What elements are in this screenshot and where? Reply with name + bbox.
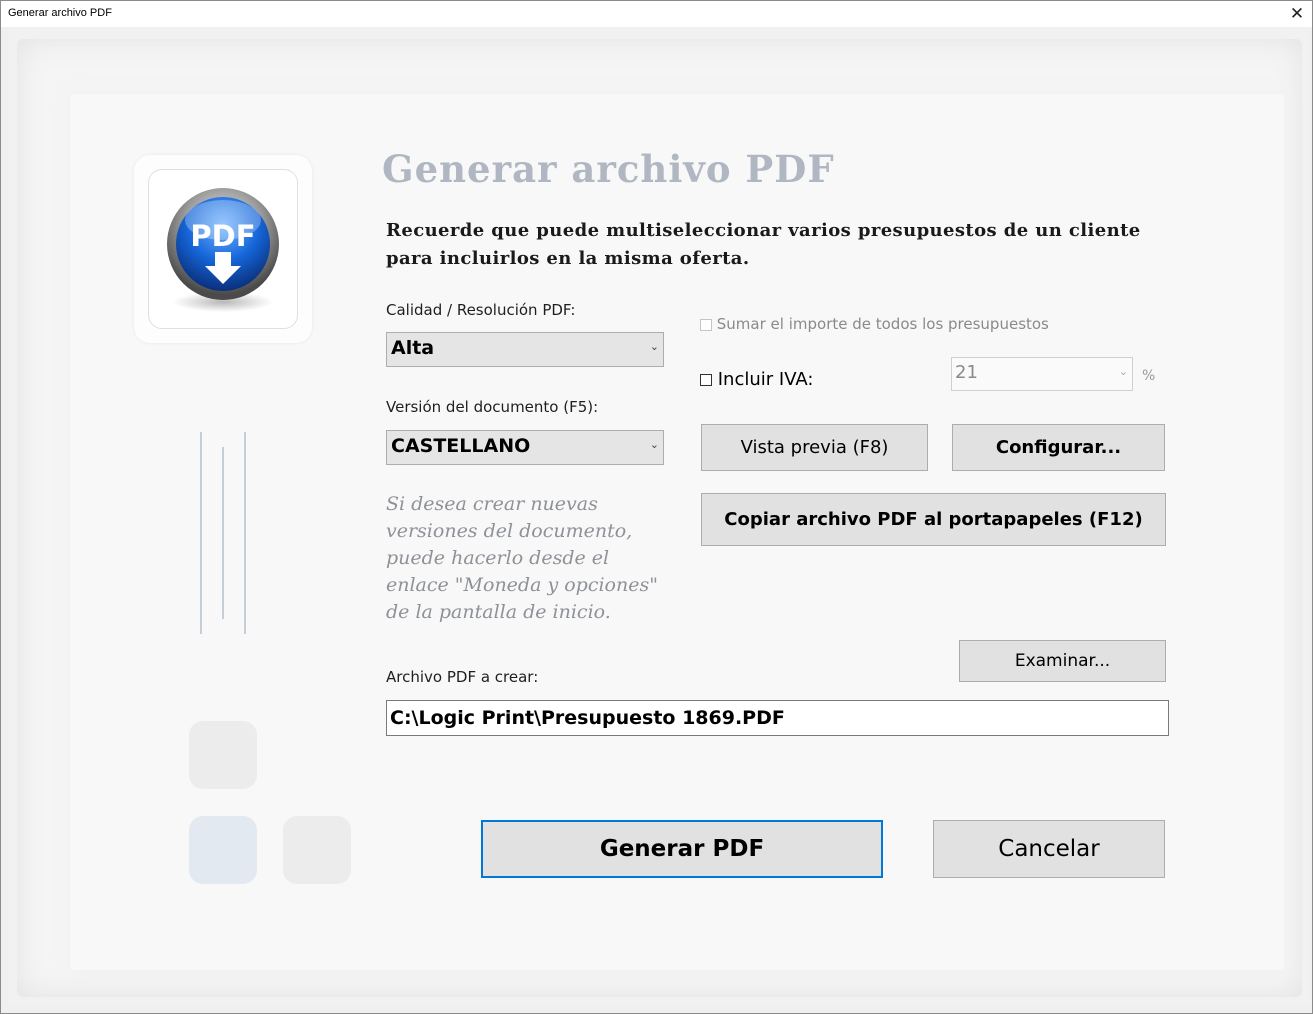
output-path-value: C:\Logic Print\Presupuesto 1869.PDF xyxy=(390,707,785,729)
chevron-down-icon: ⌄ xyxy=(649,341,659,353)
decorative-square xyxy=(189,816,257,884)
iva-rate-select[interactable]: 21 ⌄ xyxy=(951,357,1133,391)
pdf-logo-text: PDF xyxy=(190,219,255,253)
generate-pdf-button[interactable]: Generar PDF xyxy=(481,820,883,878)
chevron-down-icon: ⌄ xyxy=(649,439,659,451)
dialog-window: Generar archivo PDF ✕ PDF Generar archiv… xyxy=(0,0,1313,1014)
cancel-button[interactable]: Cancelar xyxy=(933,820,1165,878)
quality-select[interactable]: Alta ⌄ xyxy=(386,332,664,367)
title-bar: Generar archivo PDF ✕ xyxy=(1,1,1312,27)
iva-checkbox[interactable]: Incluir IVA: xyxy=(700,369,813,390)
decorative-line xyxy=(200,432,202,634)
version-note: Si desea crear nuevas versiones del docu… xyxy=(386,493,658,623)
version-select[interactable]: CASTELLANO ⌄ xyxy=(386,430,664,465)
chevron-down-icon: ⌄ xyxy=(1118,366,1128,378)
quality-label: Calidad / Resolución PDF: xyxy=(386,301,576,319)
iva-checkbox-box xyxy=(700,374,712,386)
decorative-square xyxy=(283,816,351,884)
version-label: Versión del documento (F5): xyxy=(386,398,599,416)
preview-button[interactable]: Vista previa (F8) xyxy=(701,424,928,471)
version-value: CASTELLANO xyxy=(391,435,531,457)
quality-value: Alta xyxy=(391,337,435,359)
pdf-download-icon: PDF xyxy=(167,188,279,312)
dialog-client-area: PDF Generar archivo PDF Recuerde que pue… xyxy=(9,27,1310,1005)
copy-pdf-button[interactable]: Copiar archivo PDF al portapapeles (F12) xyxy=(701,493,1166,546)
page-title: Generar archivo PDF xyxy=(382,147,835,191)
configure-button[interactable]: Configurar... xyxy=(952,424,1165,471)
iva-unit: % xyxy=(1142,368,1156,384)
browse-button[interactable]: Examinar... xyxy=(959,640,1166,682)
notice-text: Recuerde que puede multiseleccionar vari… xyxy=(386,220,1141,269)
decorative-line xyxy=(222,447,224,619)
sum-checkbox[interactable]: Sumar el importe de todos los presupuest… xyxy=(700,315,1049,333)
window-title: Generar archivo PDF xyxy=(8,7,112,19)
output-label: Archivo PDF a crear: xyxy=(386,668,539,686)
iva-checkbox-label: Incluir IVA: xyxy=(717,369,814,390)
decorative-line xyxy=(244,432,246,634)
decorative-square xyxy=(189,721,257,789)
close-button[interactable]: ✕ xyxy=(1282,1,1312,27)
output-path-field[interactable]: C:\Logic Print\Presupuesto 1869.PDF xyxy=(386,700,1169,736)
logo-card: PDF xyxy=(134,155,312,343)
logo-frame: PDF xyxy=(148,169,298,329)
sum-checkbox-box xyxy=(700,318,712,331)
iva-rate-value: 21 xyxy=(955,362,978,383)
sum-checkbox-label: Sumar el importe de todos los presupuest… xyxy=(716,315,1049,333)
